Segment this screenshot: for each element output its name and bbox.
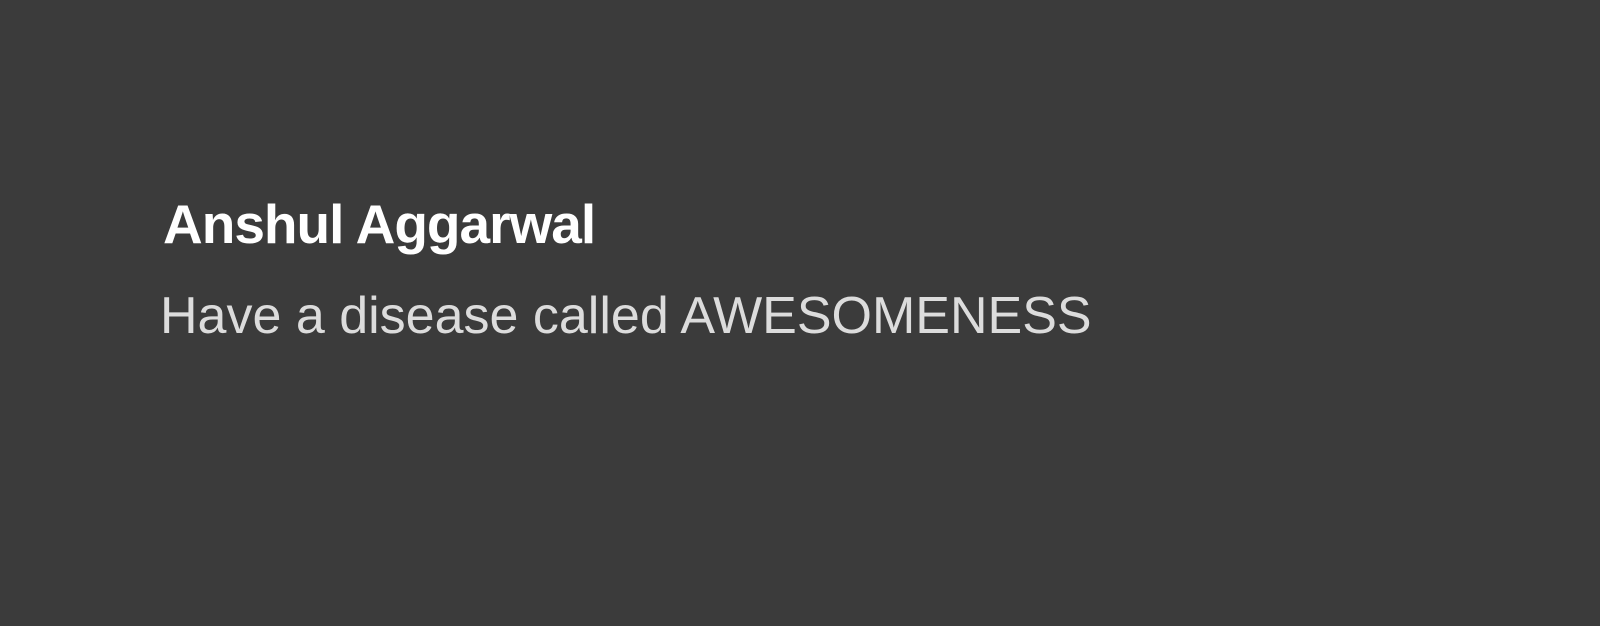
slide-subtitle: Have a disease called AWESOMENESS bbox=[160, 287, 1092, 345]
slide: Anshul Aggarwal Have a disease called AW… bbox=[0, 0, 1600, 626]
slide-title: Anshul Aggarwal bbox=[163, 193, 596, 255]
